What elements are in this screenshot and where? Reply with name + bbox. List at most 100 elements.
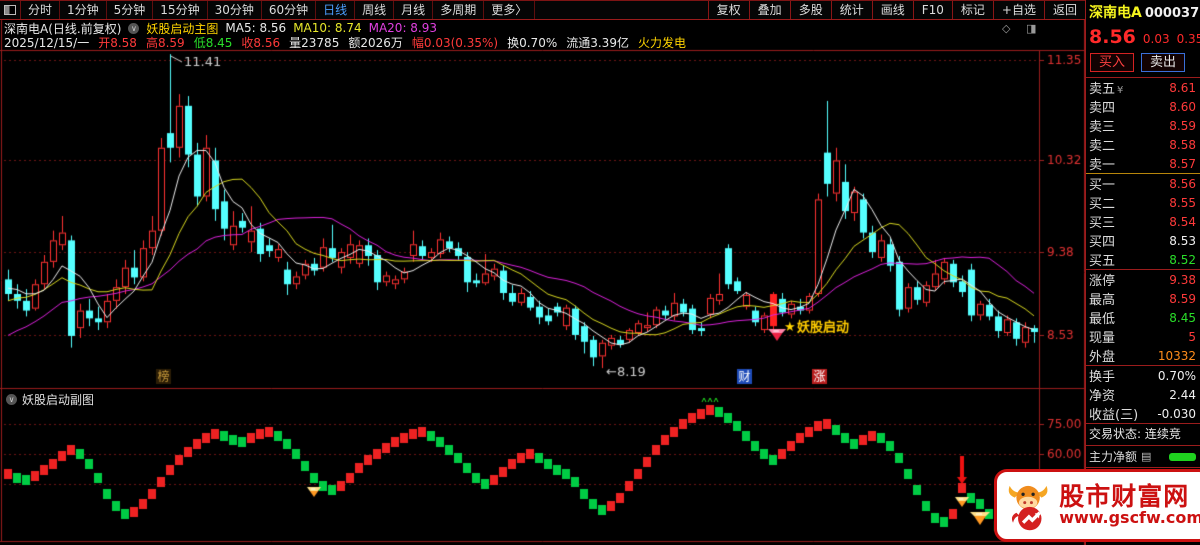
trade-buttons: 买入 卖出: [1086, 49, 1200, 77]
ask-row-1[interactable]: 卖五¥8.61: [1086, 78, 1200, 97]
main-indicator-readout: 深南电A(日线.前复权)∨妖股启动主图MA5: 8.56MA10: 8.74MA…: [4, 21, 437, 35]
ask-label: 卖五¥: [1089, 78, 1123, 97]
stat-value: 8.45: [1169, 311, 1196, 325]
period-tab-7[interactable]: 日线: [316, 1, 355, 19]
period-tab-10[interactable]: 多周期: [433, 1, 484, 19]
toolbar-button-3[interactable]: 多股: [790, 1, 831, 19]
site-watermark: 股市财富网 www.gscfw.com: [994, 469, 1200, 542]
period-tab-4[interactable]: 15分钟: [153, 1, 207, 19]
stat2-value: 0.70%: [1158, 369, 1196, 383]
ask-value: 8.59: [1169, 119, 1196, 133]
stat-row-3[interactable]: 最低 8.45: [1086, 308, 1200, 327]
watermark-url: www.gscfw.com: [1059, 510, 1200, 527]
toolbar-button-1[interactable]: 复权: [708, 1, 749, 19]
stat-value: 8.59: [1169, 292, 1196, 306]
period-tab-6[interactable]: 60分钟: [262, 1, 316, 19]
quote-segment-10: 流通3.39亿: [566, 34, 629, 51]
chevron-down-icon[interactable]: ∨: [128, 23, 139, 34]
stat2-row-2[interactable]: 净资2.44: [1086, 385, 1200, 404]
stats2-block: 换手 0.70% 净资2.44收益(三)-0.030: [1086, 366, 1200, 423]
bid-queue: 买一 8.56 买二 8.55 买三 8.54 买四8.53买五 8.52: [1086, 174, 1200, 269]
price-change: 0.03: [1143, 32, 1170, 46]
bid-label: 买五: [1089, 250, 1115, 269]
toolbar-button-6[interactable]: F10: [913, 1, 952, 19]
period-tab-5[interactable]: 30分钟: [208, 1, 262, 19]
stat-row-1[interactable]: 涨停9.38: [1086, 270, 1200, 289]
toolbar-button-8[interactable]: +自选: [993, 1, 1044, 19]
bid-label: 买二: [1089, 193, 1115, 212]
toolbar-button-2[interactable]: 叠加: [749, 1, 790, 19]
stock-chart-canvas[interactable]: [0, 0, 1085, 545]
window-layout-icon[interactable]: [0, 1, 21, 19]
chevron-down-icon[interactable]: ∨: [6, 394, 17, 405]
bid-label: 买一: [1089, 174, 1115, 193]
quote-segment-9: 换0.70%: [507, 34, 557, 51]
stat-row-4[interactable]: 现量5: [1086, 327, 1200, 346]
sub-indicator-title: 妖股启动副图: [22, 391, 94, 408]
bid-row-1[interactable]: 买一 8.56: [1086, 174, 1200, 193]
bid-row-4[interactable]: 买四8.53: [1086, 231, 1200, 250]
toolbar-button-5[interactable]: 画线: [872, 1, 913, 19]
toolbar-button-4[interactable]: 统计: [831, 1, 872, 19]
quote-segment-1: 2025/12/15/一: [4, 34, 89, 51]
stats-block: 涨停9.38最高 8.59 最低 8.45 现量5外盘10332: [1086, 270, 1200, 365]
bid-row-3[interactable]: 买三 8.54: [1086, 212, 1200, 231]
bid-value: 8.55: [1169, 196, 1196, 210]
chart-corner-icons[interactable]: ◇ ◨: [1002, 22, 1042, 35]
indicator-segment-5: MA10: 8.74: [293, 21, 361, 35]
ask-row-4[interactable]: 卖二 8.58: [1086, 135, 1200, 154]
ask-row-5[interactable]: 卖一 8.57: [1086, 154, 1200, 173]
stat-label: 最高: [1089, 289, 1115, 308]
period-tab-9[interactable]: 月线: [394, 1, 433, 19]
ask-label: 卖二: [1089, 135, 1115, 154]
ask-value: 8.58: [1169, 138, 1196, 152]
indicator-segment-4: MA5: 8.56: [225, 21, 286, 35]
main-net-flow-row[interactable]: 主力净额 ▤: [1086, 446, 1200, 467]
ask-value: 8.60: [1169, 100, 1196, 114]
stat2-row-3[interactable]: 收益(三)-0.030: [1086, 404, 1200, 423]
period-tab-2[interactable]: 1分钟: [60, 1, 107, 19]
stat-row-2[interactable]: 最高 8.59: [1086, 289, 1200, 308]
stat2-row-1[interactable]: 换手 0.70%: [1086, 366, 1200, 385]
quote-readout-line: 2025/12/15/一开8.58高8.59低8.45收8.56量23785额2…: [4, 36, 686, 49]
sub-indicator-header[interactable]: ∨ 妖股启动副图: [6, 391, 94, 408]
quote-panel: 深南电A000037 8.56 0.03 0.35% 买入 卖出 卖五¥8.61…: [1085, 0, 1200, 545]
bid-label: 买四: [1089, 231, 1115, 250]
ask-value: 8.57: [1169, 157, 1196, 171]
top-toolbar: 分时1分钟5分钟15分钟30分钟60分钟日线周线月线多周期更多〉 复权叠加多股统…: [0, 0, 1085, 20]
bull-logo-icon: [1003, 478, 1053, 534]
quote-segment-5: 收8.56: [241, 34, 280, 51]
ask-row-3[interactable]: 卖三8.59: [1086, 116, 1200, 135]
period-tab-11[interactable]: 更多〉: [484, 1, 535, 19]
list-icon: ▤: [1141, 450, 1151, 463]
buy-button[interactable]: 买入: [1090, 53, 1134, 72]
ask-label: 卖一: [1089, 154, 1115, 173]
period-tab-3[interactable]: 5分钟: [107, 1, 154, 19]
quote-segment-3: 高8.59: [146, 34, 185, 51]
last-price: 8.56: [1089, 28, 1136, 47]
stat-row-5[interactable]: 外盘10332: [1086, 346, 1200, 365]
sell-button[interactable]: 卖出: [1141, 53, 1185, 72]
toolbar-button-9[interactable]: 返回: [1044, 1, 1085, 19]
bid-value: 8.52: [1169, 253, 1196, 267]
quote-segment-4: 低8.45: [194, 34, 233, 51]
ask-row-2[interactable]: 卖四8.60: [1086, 97, 1200, 116]
bid-label: 买三: [1089, 212, 1115, 231]
trade-status: 交易状态: 连续竞: [1086, 424, 1200, 445]
bid-value: 8.54: [1169, 215, 1196, 229]
stat-value: 10332: [1158, 349, 1196, 363]
stat-label: 最低: [1089, 308, 1115, 327]
bid-row-5[interactable]: 买五 8.52: [1086, 250, 1200, 269]
app-window: { "toolbar": { "periods": ["分时","1分钟","5…: [0, 0, 1200, 545]
stat2-label: 换手: [1089, 366, 1115, 385]
stat-value: 5: [1188, 330, 1196, 344]
bid-row-2[interactable]: 买二 8.55: [1086, 193, 1200, 212]
stock-header: 深南电A000037: [1086, 0, 1200, 22]
stock-name: 深南电A: [1089, 5, 1142, 21]
toolbar-periods: 分时1分钟5分钟15分钟30分钟60分钟日线周线月线多周期更多〉: [21, 1, 535, 19]
period-tab-8[interactable]: 周线: [355, 1, 394, 19]
bid-value: 8.56: [1169, 177, 1196, 191]
toolbar-button-7[interactable]: 标记: [952, 1, 993, 19]
period-tab-1[interactable]: 分时: [21, 1, 60, 19]
stat2-value: 2.44: [1169, 388, 1196, 402]
